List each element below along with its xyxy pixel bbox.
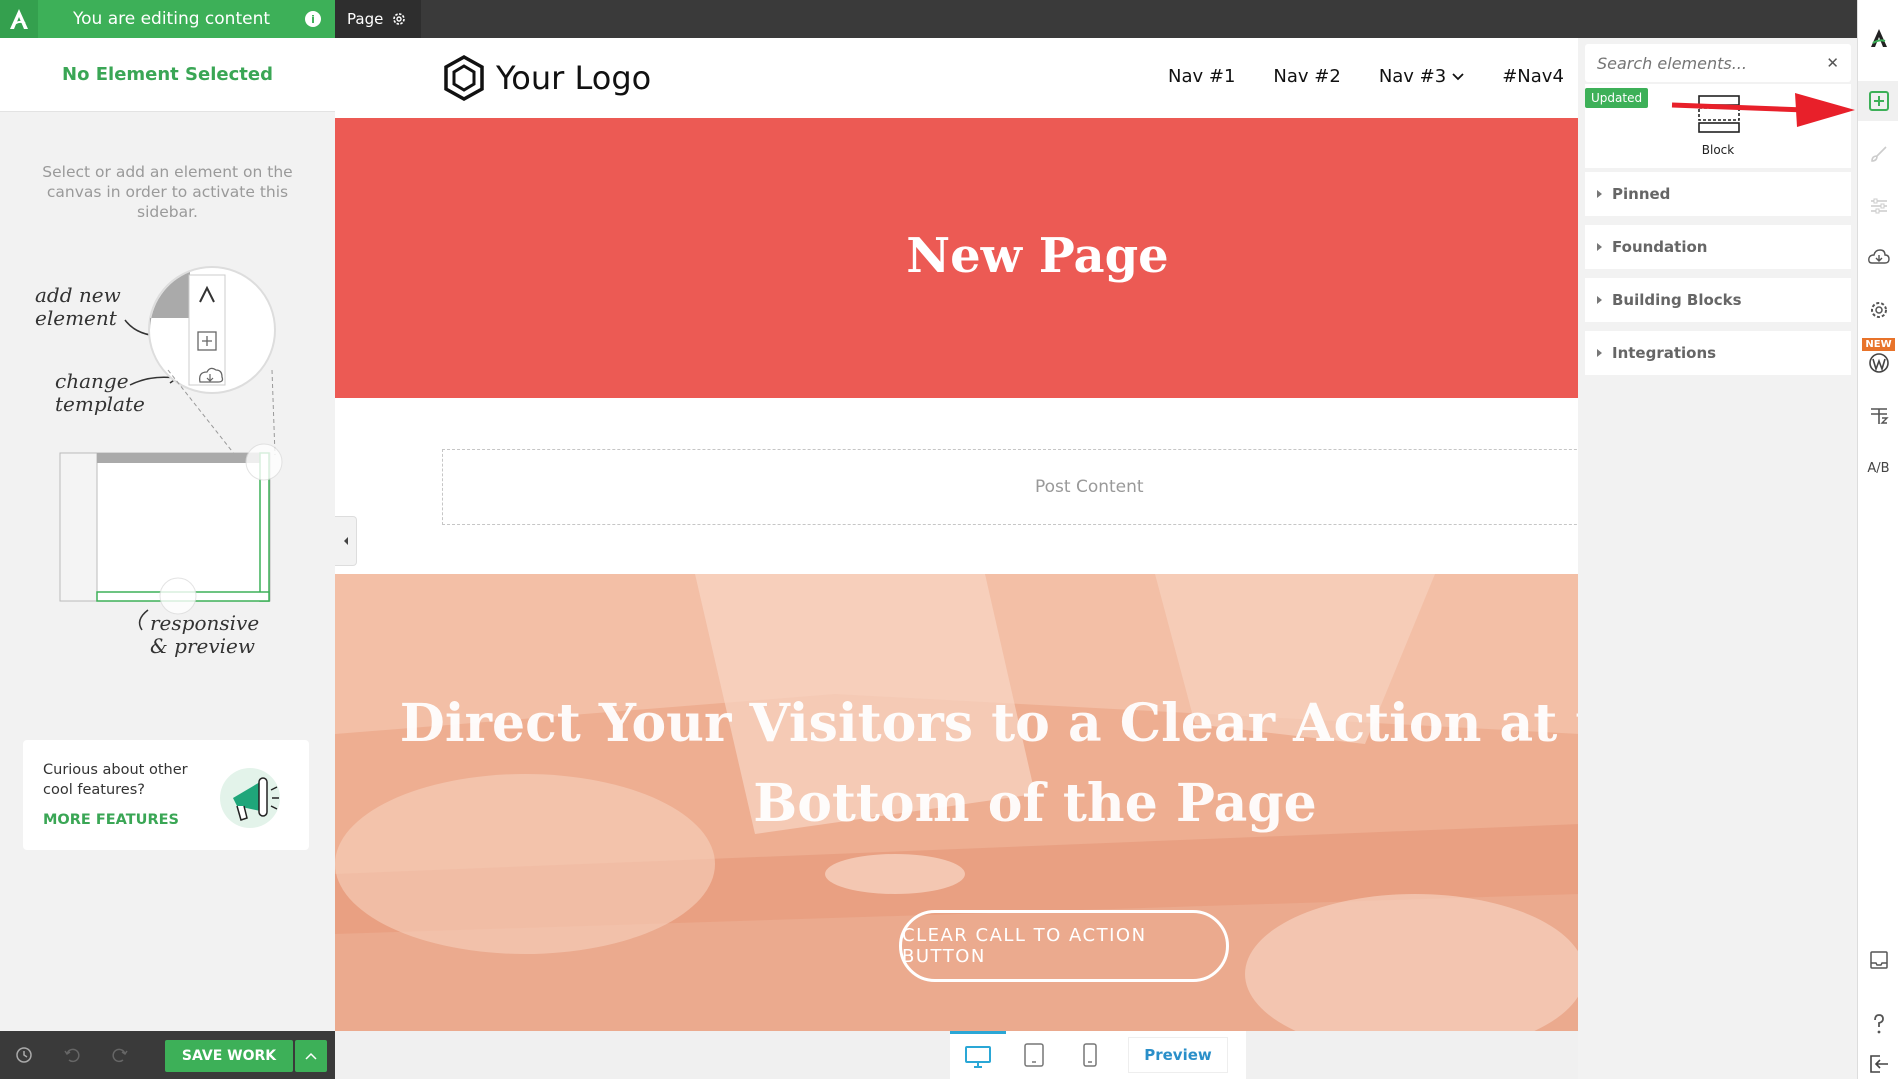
megaphone-icon bbox=[220, 768, 280, 828]
hexagon-logo-icon bbox=[444, 54, 484, 102]
nav-item-1[interactable]: Nav #1 bbox=[1168, 66, 1235, 87]
sidebar-hint: Select or add an element on the canvas i… bbox=[42, 163, 293, 221]
page-tab[interactable]: Page bbox=[335, 0, 421, 38]
help-question-icon[interactable] bbox=[1858, 1004, 1898, 1044]
editor-app: You are editing content i No Element Sel… bbox=[0, 0, 1898, 1079]
nav-item-3[interactable]: Nav #3 bbox=[1379, 66, 1464, 87]
cta-background-section[interactable]: Direct Your Visitors to a Clear Action a… bbox=[335, 574, 1580, 1031]
element-search-box: ✕ bbox=[1585, 44, 1851, 82]
close-icon[interactable]: ✕ bbox=[1826, 54, 1839, 72]
site-nav: Nav #1 Nav #2 Nav #3 #Nav4 bbox=[1168, 66, 1564, 87]
nav-item-2[interactable]: Nav #2 bbox=[1273, 66, 1340, 87]
inbox-icon[interactable] bbox=[1858, 940, 1898, 980]
element-search-input[interactable] bbox=[1597, 53, 1817, 73]
site-logo[interactable]: Your Logo bbox=[442, 54, 651, 102]
more-features-card: Curious about other cool features? MORE … bbox=[23, 740, 309, 850]
page-tab-label: Page bbox=[347, 10, 384, 28]
caret-right-icon bbox=[1597, 349, 1602, 357]
sidebar-illustration: add new element change template responsi… bbox=[0, 250, 335, 680]
section-building-blocks[interactable]: Building Blocks bbox=[1585, 278, 1851, 322]
features-text: Curious about other cool features? bbox=[43, 762, 188, 798]
mobile-view-button[interactable] bbox=[1062, 1031, 1118, 1079]
add-elements-panel: ✕ Updated Block Pinned Foundation Buildi… bbox=[1578, 38, 1857, 1079]
nav-item-3-label: Nav #3 bbox=[1378, 66, 1447, 87]
caret-left-icon bbox=[343, 537, 348, 545]
undo-icon[interactable] bbox=[48, 1031, 96, 1079]
caret-right-icon bbox=[1597, 296, 1602, 304]
section-foundation[interactable]: Foundation bbox=[1585, 225, 1851, 269]
info-icon[interactable]: i bbox=[305, 11, 321, 27]
thrive-brand-icon[interactable] bbox=[1858, 18, 1898, 58]
section-foundation-label: Foundation bbox=[1612, 238, 1708, 256]
site-header[interactable]: Your Logo Nav #1 Nav #2 Nav #3 #Nav4 bbox=[335, 38, 1580, 118]
bottom-toolbar: SAVE WORK bbox=[0, 1031, 335, 1079]
caret-right-icon bbox=[1597, 190, 1602, 198]
brush-icon[interactable] bbox=[1858, 134, 1898, 174]
right-icon-rail: NEW A/B bbox=[1857, 0, 1898, 1079]
device-preview-bar: Preview bbox=[950, 1031, 1246, 1079]
updated-badge: Updated bbox=[1585, 88, 1649, 108]
post-content-placeholder[interactable]: Post Content bbox=[442, 449, 1580, 525]
typography-icon[interactable] bbox=[1858, 396, 1898, 436]
section-integrations[interactable]: Integrations bbox=[1585, 331, 1851, 375]
add-element-plus-icon[interactable] bbox=[1858, 81, 1898, 121]
hero-section[interactable]: New Page bbox=[335, 118, 1580, 398]
settings-gear-icon[interactable] bbox=[1858, 290, 1898, 330]
block-label: Block bbox=[1701, 143, 1735, 157]
section-pinned-label: Pinned bbox=[1612, 185, 1671, 203]
collapse-sidebar-toggle[interactable] bbox=[335, 516, 357, 566]
nav-item-4[interactable]: #Nav4 bbox=[1502, 66, 1564, 87]
section-building-blocks-label: Building Blocks bbox=[1612, 291, 1742, 309]
tablet-view-button[interactable] bbox=[1006, 1031, 1062, 1079]
preview-button[interactable]: Preview bbox=[1128, 1037, 1228, 1073]
sliders-icon[interactable] bbox=[1858, 186, 1898, 226]
logo-text: Your Logo bbox=[496, 59, 652, 97]
cloud-download-icon[interactable] bbox=[1858, 238, 1898, 278]
top-bar: Page bbox=[335, 0, 1857, 38]
editing-status-bar: You are editing content i bbox=[0, 0, 335, 38]
more-features-link[interactable]: MORE FEATURES bbox=[43, 812, 179, 828]
save-work-button[interactable]: SAVE WORK bbox=[165, 1040, 293, 1072]
hero-title[interactable]: New Page bbox=[335, 228, 1580, 284]
page-settings-gear-icon[interactable] bbox=[391, 11, 407, 27]
editing-label: You are editing content bbox=[72, 9, 271, 29]
thrive-logo-icon[interactable] bbox=[0, 0, 38, 38]
left-sidebar: You are editing content i No Element Sel… bbox=[0, 0, 335, 1079]
wordpress-icon[interactable] bbox=[1858, 343, 1898, 383]
red-arrow-annotation bbox=[1671, 93, 1855, 127]
desktop-view-button[interactable] bbox=[950, 1031, 1006, 1079]
history-icon[interactable] bbox=[0, 1031, 48, 1079]
save-options-chevron-icon[interactable] bbox=[295, 1040, 327, 1072]
desktop-icon bbox=[965, 1045, 991, 1068]
caret-right-icon bbox=[1597, 243, 1602, 251]
section-integrations-label: Integrations bbox=[1612, 344, 1717, 362]
editor-illustration-graphic bbox=[59, 266, 283, 631]
ab-test-icon[interactable]: A/B bbox=[1858, 448, 1898, 488]
section-pinned[interactable]: Pinned bbox=[1585, 172, 1851, 216]
redo-icon[interactable] bbox=[96, 1031, 144, 1079]
exit-editor-icon[interactable] bbox=[1858, 1044, 1898, 1079]
selection-status: No Element Selected bbox=[0, 38, 335, 112]
cta-button[interactable]: CLEAR CALL TO ACTION BUTTON bbox=[899, 910, 1229, 982]
mobile-icon bbox=[1083, 1043, 1097, 1067]
cta-title[interactable]: Direct Your Visitors to a Clear Action a… bbox=[335, 684, 1580, 844]
page-canvas[interactable]: Your Logo Nav #1 Nav #2 Nav #3 #Nav4 New… bbox=[335, 38, 1580, 1031]
tablet-icon bbox=[1024, 1043, 1044, 1067]
chevron-down-icon bbox=[1452, 72, 1464, 80]
